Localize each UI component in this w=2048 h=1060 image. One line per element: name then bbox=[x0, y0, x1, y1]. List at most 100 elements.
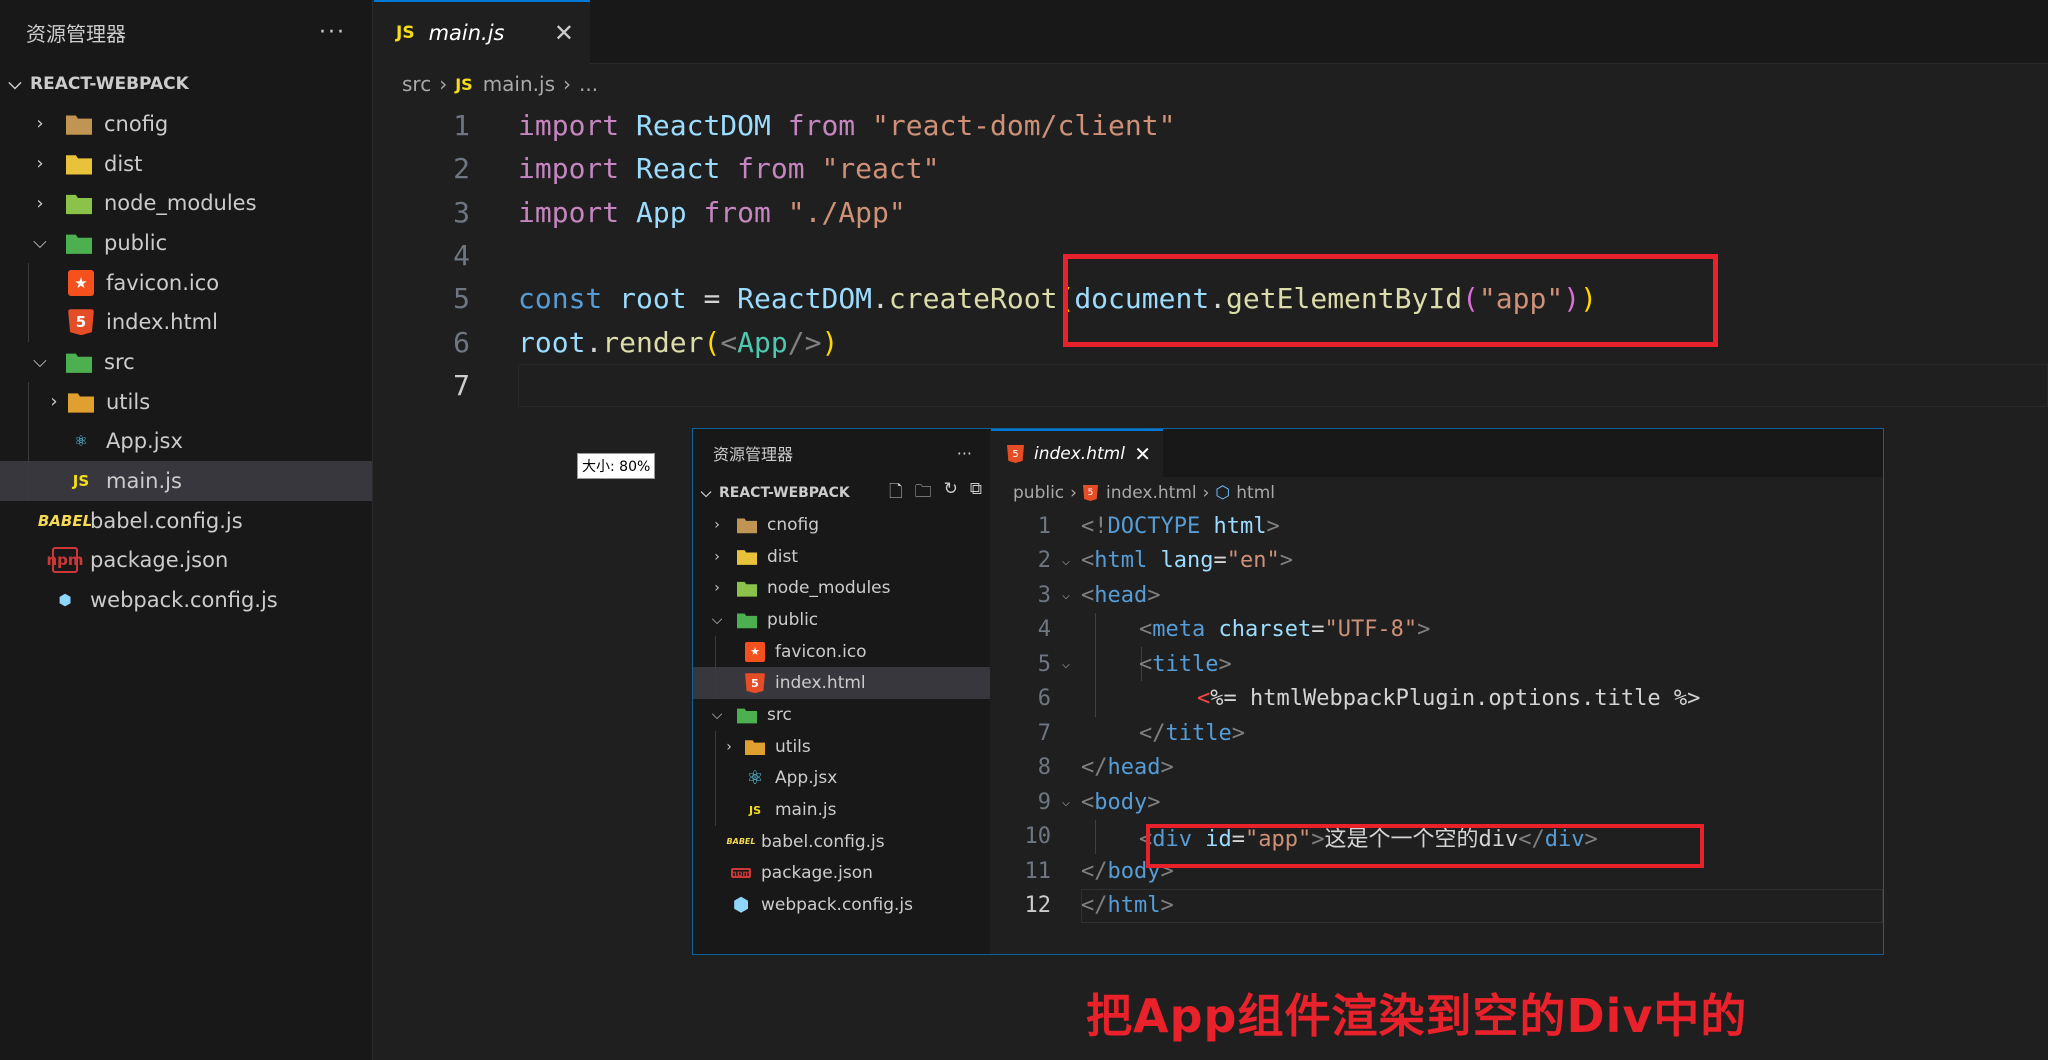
chevron-right-icon: › bbox=[50, 391, 58, 413]
favicon-icon: ★ bbox=[745, 641, 765, 662]
tree-item-favicon[interactable]: ★ favicon.ico bbox=[693, 635, 990, 668]
tree-item-node-modules[interactable]: › node_modules bbox=[0, 183, 372, 223]
collapse-all-icon[interactable]: ⧉ bbox=[970, 479, 982, 508]
tree-item-label: App.jsx bbox=[775, 768, 838, 789]
explorer-toolbar: 🗋 🗀 ↻ ⧉ bbox=[889, 479, 982, 508]
code-text: </title> bbox=[1139, 720, 1245, 746]
tree-item-index-html[interactable]: 5 index.html bbox=[0, 302, 372, 343]
project-root[interactable]: ⌵ REACT-WEBPACK bbox=[0, 64, 372, 104]
fold-chevron-icon[interactable]: ⌵ bbox=[1051, 553, 1081, 569]
indent-guide bbox=[28, 381, 29, 422]
fold-chevron-icon[interactable]: ⌵ bbox=[1051, 587, 1081, 603]
react-icon: ⚛ bbox=[746, 767, 764, 790]
breadcrumb-file[interactable]: index.html bbox=[1106, 483, 1197, 503]
close-icon[interactable]: ✕ bbox=[1134, 442, 1151, 466]
code-line-7: 7 </title> bbox=[991, 716, 1883, 751]
tree-item-label: src bbox=[104, 349, 135, 374]
code-line-3: 3 import App from "./App" bbox=[374, 191, 2048, 234]
folder-node-icon bbox=[66, 194, 92, 215]
code-text: <%= htmlWebpackPlugin.options.title %> bbox=[1197, 686, 1701, 712]
tree-item-babel-config[interactable]: BABEL babel.config.js bbox=[0, 501, 372, 541]
tree-item-favicon[interactable]: ★ favicon.ico bbox=[0, 262, 372, 303]
code-line-8: 8 </head> bbox=[991, 751, 1883, 786]
more-actions-icon[interactable]: ··· bbox=[319, 20, 346, 45]
chevron-down-icon: ⌵ bbox=[700, 485, 712, 501]
tree-item-public[interactable]: ⌵ public bbox=[0, 223, 372, 263]
tree-item-cnofig[interactable]: › cnofig bbox=[0, 104, 372, 144]
tree-item-label: App.jsx bbox=[106, 429, 183, 454]
tree-item-webpack-config[interactable]: ⬢ webpack.config.js bbox=[693, 889, 990, 921]
line-number: 9 bbox=[1037, 789, 1051, 815]
line-number: 11 bbox=[1024, 858, 1052, 884]
new-folder-icon[interactable]: 🗀 bbox=[915, 479, 932, 508]
tree-item-src[interactable]: ⌵ src bbox=[693, 699, 990, 731]
chevron-down-icon: ⌵ bbox=[33, 351, 47, 373]
indent-guide bbox=[715, 730, 716, 763]
breadcrumb-node[interactable]: html bbox=[1236, 483, 1275, 503]
indent-guide bbox=[28, 461, 29, 501]
tree-item-utils[interactable]: › utils bbox=[693, 730, 990, 763]
tree-item-label: public bbox=[104, 230, 168, 255]
tree-item-label: public bbox=[767, 609, 819, 630]
more-actions-icon[interactable]: ··· bbox=[957, 444, 972, 463]
chevron-down-icon: ⌵ bbox=[711, 706, 723, 723]
indent-guide bbox=[28, 262, 29, 303]
html-file-icon: 5 bbox=[1007, 445, 1024, 463]
folder-icon bbox=[737, 518, 757, 534]
line-number: 8 bbox=[1037, 755, 1051, 781]
breadcrumb-folder[interactable]: src bbox=[402, 72, 431, 96]
chevron-down-icon: ⌵ bbox=[33, 232, 47, 254]
indent-guide bbox=[715, 794, 716, 826]
new-file-icon[interactable]: 🗋 bbox=[889, 479, 903, 508]
chevron-right-icon: › bbox=[36, 113, 44, 135]
code-text: <head> bbox=[1081, 582, 1161, 608]
tree-item-main-js[interactable]: JS main.js bbox=[693, 794, 990, 826]
tree-item-cnofig[interactable]: › cnofig bbox=[693, 509, 990, 541]
tree-item-app-jsx[interactable]: ⚛ App.jsx bbox=[693, 762, 990, 795]
html-file-icon: 5 bbox=[68, 309, 94, 336]
close-icon[interactable]: ✕ bbox=[554, 19, 574, 47]
tree-item-babel-config[interactable]: BABEL babel.config.js bbox=[693, 826, 990, 858]
folder-node-icon bbox=[737, 581, 757, 597]
tree-item-label: webpack.config.js bbox=[90, 588, 278, 613]
js-file-icon: JS bbox=[455, 74, 473, 94]
tab-index-html[interactable]: 5 index.html ✕ bbox=[991, 429, 1163, 477]
line-number: 5 bbox=[1037, 651, 1051, 677]
line-number: 10 bbox=[1024, 824, 1052, 850]
breadcrumb-file[interactable]: main.js bbox=[483, 72, 555, 96]
tree-item-webpack-config[interactable]: ⬢ webpack.config.js bbox=[0, 580, 372, 620]
line-number: 5 bbox=[453, 282, 470, 316]
tree-item-utils[interactable]: › utils bbox=[0, 381, 372, 422]
code-text: import React from "react" bbox=[518, 152, 940, 186]
tree-item-main-js[interactable]: JS main.js bbox=[0, 461, 372, 501]
fold-chevron-icon[interactable]: ⌵ bbox=[1051, 656, 1081, 672]
indent-guide bbox=[715, 635, 716, 668]
tree-item-dist[interactable]: › dist bbox=[0, 144, 372, 184]
code-line-1: 1 <!DOCTYPE html> bbox=[991, 509, 1883, 544]
fold-chevron-icon[interactable]: ⌵ bbox=[1051, 794, 1081, 810]
breadcrumb-folder[interactable]: public bbox=[1013, 483, 1064, 503]
tree-item-node-modules[interactable]: › node_modules bbox=[693, 572, 990, 604]
tree-item-dist[interactable]: › dist bbox=[693, 541, 990, 573]
code-text: <html lang="en"> bbox=[1081, 548, 1293, 574]
favicon-icon: ★ bbox=[68, 269, 94, 296]
tree-item-index-html[interactable]: 5 index.html bbox=[693, 667, 990, 700]
refresh-icon[interactable]: ↻ bbox=[944, 479, 958, 508]
embedded-explorer-title: 资源管理器 bbox=[713, 445, 794, 464]
webpack-icon: ⬢ bbox=[732, 894, 750, 917]
tree-item-src[interactable]: ⌵ src bbox=[0, 342, 372, 382]
chevron-right-icon: › bbox=[563, 72, 571, 96]
tab-main-js[interactable]: JS main.js ✕ bbox=[374, 0, 590, 64]
babel-icon: BABEL bbox=[726, 837, 756, 847]
react-icon: ⚛ bbox=[74, 432, 88, 451]
line-number: 3 bbox=[1037, 582, 1051, 608]
tree-item-public[interactable]: ⌵ public bbox=[693, 604, 990, 636]
breadcrumb-more[interactable]: ... bbox=[579, 72, 598, 96]
code-line-2: 2 ⌵ <html lang="en"> bbox=[991, 544, 1883, 579]
tree-item-app-jsx[interactable]: ⚛ App.jsx bbox=[0, 421, 372, 462]
embedded-project-root[interactable]: ⌵ REACT-WEBPACK 🗋 🗀 ↻ ⧉ bbox=[693, 477, 990, 509]
code-text: <meta charset="UTF-8"> bbox=[1139, 617, 1431, 643]
tree-item-package-json[interactable]: npm package.json bbox=[693, 858, 990, 890]
tree-item-package-json[interactable]: npm package.json bbox=[0, 541, 372, 581]
explorer-header: 资源管理器 ··· bbox=[0, 0, 372, 64]
